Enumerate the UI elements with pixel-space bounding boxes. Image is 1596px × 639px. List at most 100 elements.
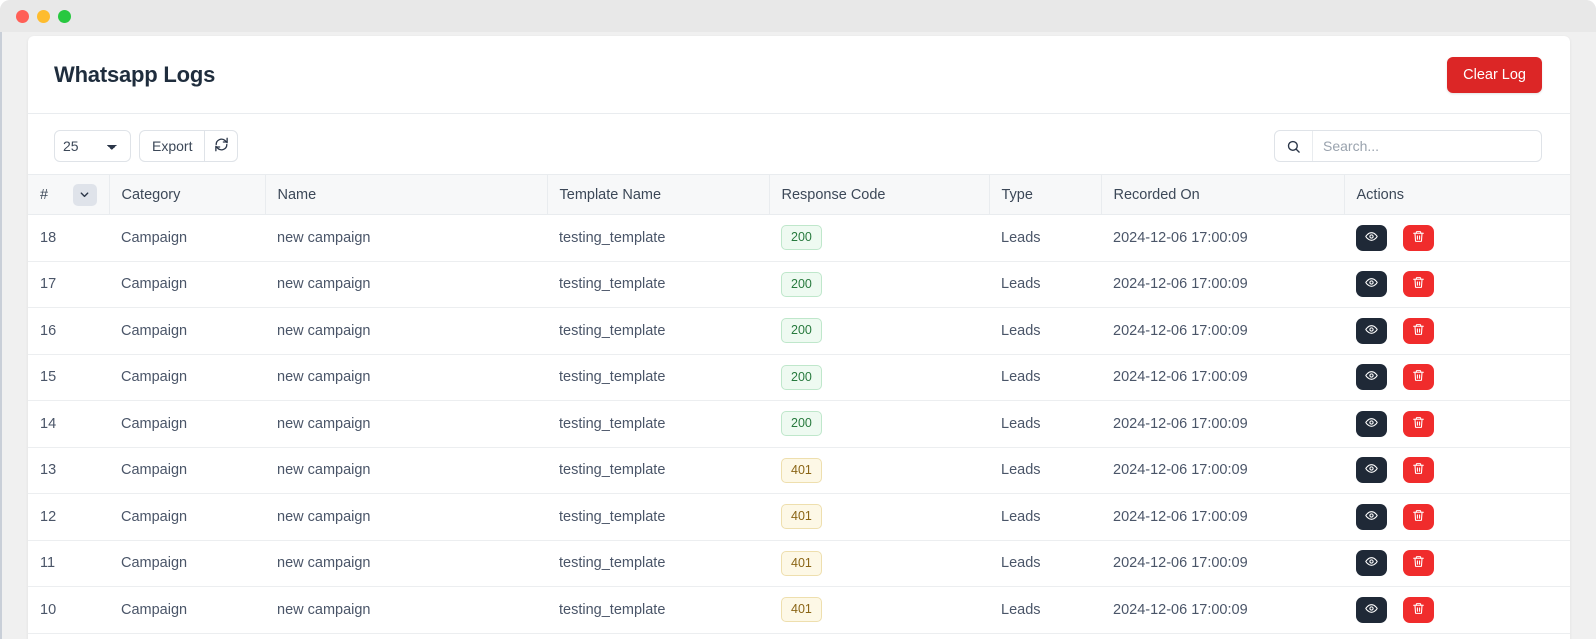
close-window-button[interactable]	[16, 10, 29, 23]
search-input[interactable]	[1313, 131, 1541, 161]
cell-response-code: 200	[769, 308, 989, 355]
cell-id: 12	[28, 494, 109, 541]
eye-icon	[1365, 509, 1378, 525]
status-badge: 401	[781, 504, 822, 529]
page-title: Whatsapp Logs	[54, 62, 215, 88]
cell-response-code: 200	[769, 215, 989, 262]
status-badge: 200	[781, 411, 822, 436]
window-titlebar	[0, 0, 1596, 32]
cell-category: Campaign	[109, 261, 265, 308]
export-button[interactable]: Export	[139, 130, 204, 162]
row-actions	[1356, 318, 1558, 344]
cell-recorded-on: 2024-12-06 17:00:09	[1101, 354, 1344, 401]
page-size-select[interactable]: 25	[54, 130, 131, 162]
cell-actions	[1344, 215, 1570, 262]
column-header-type[interactable]: Type	[989, 175, 1101, 215]
delete-button[interactable]	[1403, 597, 1434, 623]
trash-icon	[1412, 416, 1425, 432]
cell-type: Leads	[989, 587, 1101, 634]
row-actions	[1356, 597, 1558, 623]
view-button[interactable]	[1356, 271, 1387, 297]
delete-button[interactable]	[1403, 411, 1434, 437]
trash-icon	[1412, 230, 1425, 246]
table-body: 18Campaignnew campaigntesting_template20…	[28, 215, 1570, 634]
cell-recorded-on: 2024-12-06 17:00:09	[1101, 215, 1344, 262]
eye-icon	[1365, 416, 1378, 432]
delete-button[interactable]	[1403, 457, 1434, 483]
view-button[interactable]	[1356, 364, 1387, 390]
row-actions	[1356, 271, 1558, 297]
cell-response-code: 200	[769, 354, 989, 401]
search-box[interactable]	[1274, 130, 1542, 162]
column-header-template-name[interactable]: Template Name	[547, 175, 769, 215]
cell-id: 14	[28, 401, 109, 448]
cell-category: Campaign	[109, 494, 265, 541]
table-header-row: # Category Name Template Name R	[28, 175, 1570, 215]
column-header-category[interactable]: Category	[109, 175, 265, 215]
logs-card: Whatsapp Logs Clear Log 25 Export	[28, 36, 1570, 639]
cell-template-name: testing_template	[547, 401, 769, 448]
delete-button[interactable]	[1403, 318, 1434, 344]
view-button[interactable]	[1356, 411, 1387, 437]
table-row: 11Campaignnew campaigntesting_template40…	[28, 540, 1570, 587]
delete-button[interactable]	[1403, 364, 1434, 390]
table-row: 16Campaignnew campaigntesting_template20…	[28, 308, 1570, 355]
search-icon	[1275, 131, 1313, 161]
cell-template-name: testing_template	[547, 494, 769, 541]
cell-template-name: testing_template	[547, 261, 769, 308]
table-header: # Category Name Template Name R	[28, 175, 1570, 215]
cell-recorded-on: 2024-12-06 17:00:09	[1101, 261, 1344, 308]
cell-category: Campaign	[109, 354, 265, 401]
cell-id: 11	[28, 540, 109, 587]
delete-button[interactable]	[1403, 550, 1434, 576]
row-actions	[1356, 364, 1558, 390]
card-header: Whatsapp Logs Clear Log	[28, 36, 1570, 114]
cell-type: Leads	[989, 401, 1101, 448]
chevron-down-icon[interactable]	[73, 184, 97, 206]
clear-log-button[interactable]: Clear Log	[1447, 57, 1542, 93]
cell-type: Leads	[989, 447, 1101, 494]
cell-response-code: 200	[769, 401, 989, 448]
cell-type: Leads	[989, 215, 1101, 262]
view-button[interactable]	[1356, 550, 1387, 576]
whatsapp-logs-table: # Category Name Template Name R	[28, 174, 1570, 634]
browser-viewport: Whatsapp Logs Clear Log 25 Export	[0, 32, 1596, 639]
view-button[interactable]	[1356, 597, 1387, 623]
cell-name: new campaign	[265, 215, 547, 262]
cell-name: new campaign	[265, 540, 547, 587]
cell-id: 16	[28, 308, 109, 355]
trash-icon	[1412, 323, 1425, 339]
cell-template-name: testing_template	[547, 540, 769, 587]
row-actions	[1356, 457, 1558, 483]
cell-template-name: testing_template	[547, 587, 769, 634]
view-button[interactable]	[1356, 504, 1387, 530]
maximize-window-button[interactable]	[58, 10, 71, 23]
refresh-button[interactable]	[204, 130, 238, 162]
delete-button[interactable]	[1403, 271, 1434, 297]
eye-icon	[1365, 462, 1378, 478]
minimize-window-button[interactable]	[37, 10, 50, 23]
eye-icon	[1365, 602, 1378, 618]
cell-id: 13	[28, 447, 109, 494]
column-header-response-code[interactable]: Response Code	[769, 175, 989, 215]
os-window: Whatsapp Logs Clear Log 25 Export	[0, 0, 1596, 639]
cell-name: new campaign	[265, 261, 547, 308]
cell-name: new campaign	[265, 447, 547, 494]
column-header-id[interactable]: #	[28, 175, 109, 215]
eye-icon	[1365, 369, 1378, 385]
row-actions	[1356, 225, 1558, 251]
view-button[interactable]	[1356, 225, 1387, 251]
table-row: 15Campaignnew campaigntesting_template20…	[28, 354, 1570, 401]
status-badge: 401	[781, 551, 822, 576]
cell-response-code: 401	[769, 447, 989, 494]
column-header-recorded-on[interactable]: Recorded On	[1101, 175, 1344, 215]
cell-type: Leads	[989, 494, 1101, 541]
view-button[interactable]	[1356, 318, 1387, 344]
view-button[interactable]	[1356, 457, 1387, 483]
toolbar-left-group: 25 Export	[54, 130, 238, 162]
cell-name: new campaign	[265, 308, 547, 355]
column-header-name[interactable]: Name	[265, 175, 547, 215]
delete-button[interactable]	[1403, 225, 1434, 251]
delete-button[interactable]	[1403, 504, 1434, 530]
column-header-actions: Actions	[1344, 175, 1570, 215]
